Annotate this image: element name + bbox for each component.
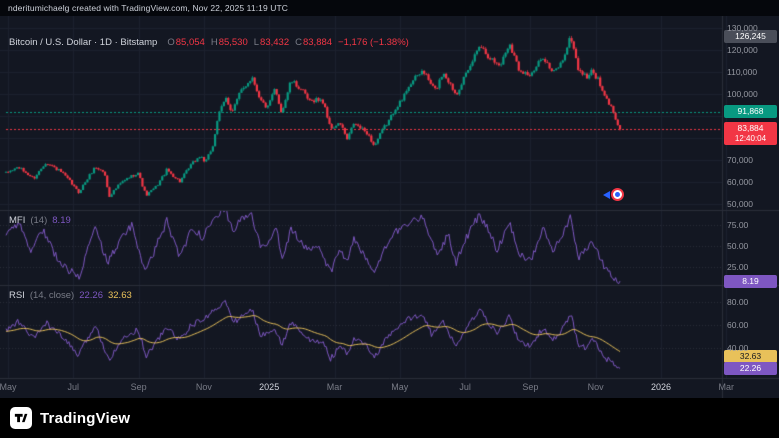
time-tick-label: Sep xyxy=(131,382,147,392)
time-tick-label: Sep xyxy=(522,382,538,392)
ohlc-values: O85,054 H85,530 L83,432 C83,884 −1,176 (… xyxy=(162,37,408,48)
time-tick-label: 2025 xyxy=(259,382,279,392)
time-tick-label: May xyxy=(391,382,408,392)
time-tick-label: Nov xyxy=(588,382,604,392)
axis-tick-label: 50,000 xyxy=(727,199,753,209)
target-circle-icon xyxy=(611,188,624,201)
axis-tick-label: 75.00 xyxy=(727,220,748,230)
axis-tick-label: 40.00 xyxy=(727,343,748,353)
mfi-legend[interactable]: MFI (14) 8.19 xyxy=(9,215,71,226)
bar-countdown: 12:40:04 xyxy=(724,134,777,144)
low-value: 83,432 xyxy=(260,37,289,48)
price-axis[interactable]: 126,245 91,868 83,884 12:40:04 8.19 32.6… xyxy=(722,16,779,398)
rsi-value-badge: 22.26 xyxy=(724,362,777,375)
axis-tick-label: 80.00 xyxy=(727,297,748,307)
mfi-params: (14) xyxy=(30,215,47,226)
time-tick-label: May xyxy=(0,382,17,392)
time-tick-label: Mar xyxy=(327,382,343,392)
time-axis[interactable]: MayJulSepNov2025MarMayJulSepNov2026Mar xyxy=(0,379,779,398)
last-price-value: 83,884 xyxy=(724,123,777,134)
high-value: 85,530 xyxy=(219,37,248,48)
open-label: O xyxy=(167,37,174,48)
rsi-value: 22.26 xyxy=(79,290,103,301)
axis-tick-label: 25.00 xyxy=(727,262,748,272)
open-value: 85,054 xyxy=(176,37,205,48)
level-price-badge: 91,868 xyxy=(724,105,777,118)
last-price-badge: 83,884 12:40:04 xyxy=(724,122,777,145)
mfi-value-badge: 8.19 xyxy=(724,275,777,288)
tradingview-logo-icon[interactable] xyxy=(10,407,32,429)
rsi-params: (14, close) xyxy=(30,290,74,301)
mfi-value: 8.19 xyxy=(52,215,71,226)
tradingview-wordmark[interactable]: TradingView xyxy=(40,410,130,427)
mfi-title[interactable]: MFI xyxy=(9,215,25,226)
axis-tick-label: 130,000 xyxy=(727,23,758,33)
attribution-text: nderitumichaelg created with TradingView… xyxy=(8,3,288,13)
axis-tick-label: 60.00 xyxy=(727,320,748,330)
change-value: −1,176 (−1.38%) xyxy=(338,37,409,48)
axis-tick-label: 120,000 xyxy=(727,45,758,55)
axis-tick-label: 70,000 xyxy=(727,155,753,165)
rsi-legend[interactable]: RSI (14, close) 22.26 32.63 xyxy=(9,290,132,301)
symbol-title[interactable]: Bitcoin / U.S. Dollar · 1D · Bitstamp xyxy=(9,37,157,48)
rsi-ma-value: 32.63 xyxy=(108,290,132,301)
time-tick-label: Jul xyxy=(68,382,80,392)
cursor-arrow-icon xyxy=(603,191,610,199)
axis-tick-label: 110,000 xyxy=(727,67,757,77)
axis-tick-label: 50.00 xyxy=(727,241,748,251)
tradingview-logo-glyph xyxy=(12,409,30,427)
time-tick-label: Jul xyxy=(459,382,471,392)
tradingview-chart-snapshot: nderitumichaelg created with TradingView… xyxy=(0,0,779,438)
time-tick-label: 2026 xyxy=(651,382,671,392)
close-value: 83,884 xyxy=(303,37,332,48)
axis-tick-label: 60,000 xyxy=(727,177,753,187)
close-label: C xyxy=(295,37,302,48)
rsi-title[interactable]: RSI xyxy=(9,290,25,301)
target-dot-icon xyxy=(615,192,620,197)
low-label: L xyxy=(254,37,259,48)
time-tick-label: Nov xyxy=(196,382,212,392)
symbol-legend[interactable]: Bitcoin / U.S. Dollar · 1D · Bitstamp O8… xyxy=(9,37,409,48)
chart-area: Bitcoin / U.S. Dollar · 1D · Bitstamp O8… xyxy=(0,16,779,398)
attribution-bar: nderitumichaelg created with TradingView… xyxy=(0,0,779,16)
pointer-marker-icon xyxy=(603,188,624,201)
axis-tick-label: 100,000 xyxy=(727,89,758,99)
footer-bar: TradingView xyxy=(0,398,779,438)
price-chart-canvas[interactable] xyxy=(0,16,779,398)
high-label: H xyxy=(211,37,218,48)
